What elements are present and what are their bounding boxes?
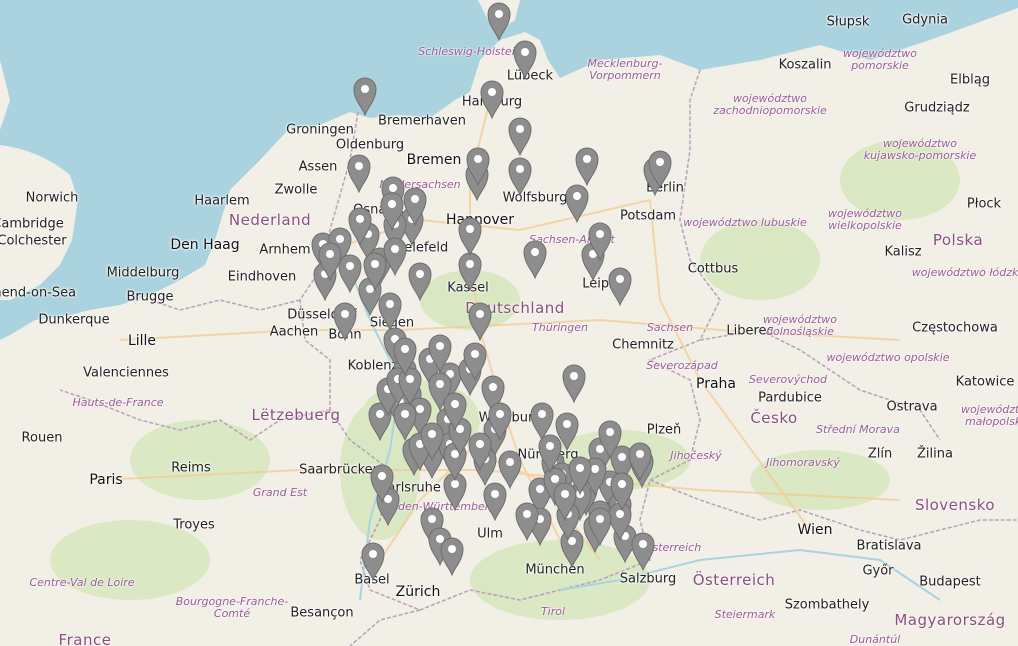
map-marker-icon[interactable]	[467, 300, 493, 342]
map-marker-icon[interactable]	[467, 430, 493, 472]
map-marker-icon[interactable]	[346, 152, 372, 194]
map-marker-icon[interactable]	[587, 505, 613, 547]
map-marker-icon[interactable]	[439, 535, 465, 577]
map-marker-icon[interactable]	[462, 340, 488, 382]
map-marker-icon[interactable]	[402, 185, 428, 227]
map-marker-icon[interactable]	[512, 38, 538, 80]
map-marker-icon[interactable]	[347, 205, 373, 247]
map-marker-icon[interactable]	[392, 335, 418, 377]
map-marker-icon[interactable]	[507, 155, 533, 197]
map-marker-icon[interactable]	[427, 332, 453, 374]
map-marker-icon[interactable]	[479, 78, 505, 120]
map-marker-icon[interactable]	[514, 500, 540, 542]
map-marker-icon[interactable]	[537, 432, 563, 474]
map-marker-icon[interactable]	[407, 260, 433, 302]
map-marker-icon[interactable]	[362, 250, 388, 292]
map-marker-icon[interactable]	[587, 220, 613, 262]
map-marker-icon[interactable]	[507, 115, 533, 157]
map-marker-icon[interactable]	[317, 240, 343, 282]
map-marker-icon[interactable]	[486, 0, 512, 42]
map-marker-icon[interactable]	[352, 75, 378, 117]
map-marker-icon[interactable]	[597, 418, 623, 460]
map-marker-icon[interactable]	[360, 540, 386, 582]
map-marker-icon[interactable]	[332, 300, 358, 342]
map-marker-icon[interactable]	[607, 265, 633, 307]
map-marker-icon[interactable]	[574, 145, 600, 187]
map-marker-icon[interactable]	[564, 182, 590, 224]
map-marker-icon[interactable]	[482, 480, 508, 522]
map-marker-icon[interactable]	[522, 238, 548, 280]
map-marker-icon[interactable]	[457, 215, 483, 257]
map-marker-icon[interactable]	[369, 462, 395, 504]
map-marker-icon[interactable]	[647, 148, 673, 190]
map-marker-icon[interactable]	[465, 145, 491, 187]
map-marker-icon[interactable]	[442, 390, 468, 432]
map-view[interactable]: BremenHannoverHamburgBerlinDeutschlandNü…	[0, 0, 1018, 646]
map-marker-icon[interactable]	[561, 362, 587, 404]
map-marker-icon[interactable]	[567, 454, 593, 496]
map-base-layer	[0, 0, 1018, 646]
map-marker-icon[interactable]	[630, 530, 656, 572]
